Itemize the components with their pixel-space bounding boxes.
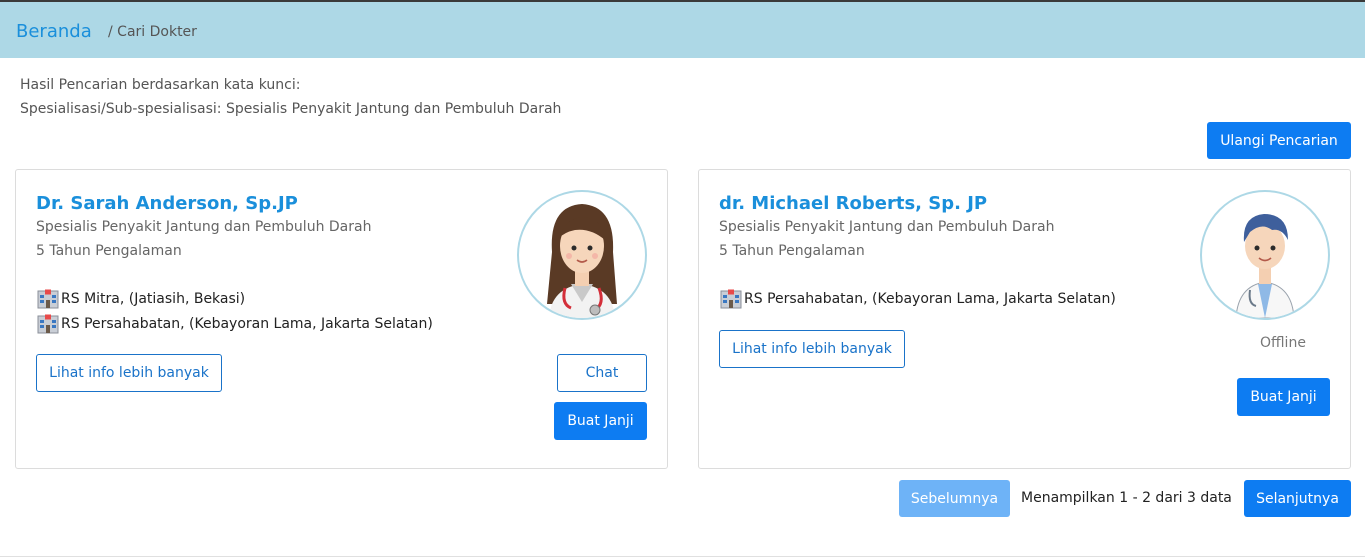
chat-button[interactable]: Chat	[557, 354, 647, 392]
doctor-specialty: Spesialis Penyakit Jantung dan Pembuluh …	[36, 219, 372, 235]
search-info-criteria: Spesialisasi/Sub-spesialisasi: Spesialis…	[20, 101, 562, 117]
repeat-search-button[interactable]: Ulangi Pencarian	[1207, 122, 1351, 159]
status-badge: Offline	[1260, 335, 1306, 351]
more-info-button[interactable]: Lihat info lebih banyak	[36, 354, 222, 392]
hospital-icon	[37, 289, 59, 309]
doctor-card: dr. Michael Roberts, Sp. JP Spesialis Pe…	[698, 169, 1351, 469]
hospital-icon	[37, 314, 59, 334]
next-page-button[interactable]: Selanjutnya	[1244, 480, 1351, 517]
doctor-experience: 5 Tahun Pengalaman	[719, 243, 865, 259]
breadcrumb: Beranda / Cari Dokter	[0, 2, 1365, 58]
hospital-name: RS Persahabatan, (Kebayoran Lama, Jakart…	[61, 316, 433, 332]
doctor-specialty: Spesialis Penyakit Jantung dan Pembuluh …	[719, 219, 1055, 235]
hospital-item: RS Mitra, (Jatiasih, Bekasi)	[37, 289, 245, 309]
pagination-summary: Menampilkan 1 - 2 dari 3 data	[1021, 490, 1232, 506]
hospital-name: RS Mitra, (Jatiasih, Bekasi)	[61, 291, 246, 307]
hospital-icon	[720, 289, 742, 309]
doctor-card: Dr. Sarah Anderson, Sp.JP Spesialis Peny…	[15, 169, 668, 469]
divider	[0, 556, 1365, 557]
make-appointment-button[interactable]: Buat Janji	[554, 402, 647, 440]
make-appointment-button[interactable]: Buat Janji	[1237, 378, 1330, 416]
breadcrumb-home-link[interactable]: Beranda	[16, 21, 92, 42]
hospital-item: RS Persahabatan, (Kebayoran Lama, Jakart…	[720, 289, 1116, 309]
doctor-experience: 5 Tahun Pengalaman	[36, 243, 182, 259]
doctor-name[interactable]: dr. Michael Roberts, Sp. JP	[719, 193, 987, 214]
previous-page-button[interactable]: Sebelumnya	[899, 480, 1010, 517]
doctor-name[interactable]: Dr. Sarah Anderson, Sp.JP	[36, 193, 298, 214]
hospital-item: RS Persahabatan, (Kebayoran Lama, Jakart…	[37, 314, 433, 334]
search-info-heading: Hasil Pencarian berdasarkan kata kunci:	[20, 77, 301, 93]
hospital-name: RS Persahabatan, (Kebayoran Lama, Jakart…	[744, 291, 1116, 307]
male-doctor-avatar	[1200, 190, 1330, 320]
female-doctor-avatar	[517, 190, 647, 320]
breadcrumb-current: / Cari Dokter	[108, 24, 197, 40]
more-info-button[interactable]: Lihat info lebih banyak	[719, 330, 905, 368]
